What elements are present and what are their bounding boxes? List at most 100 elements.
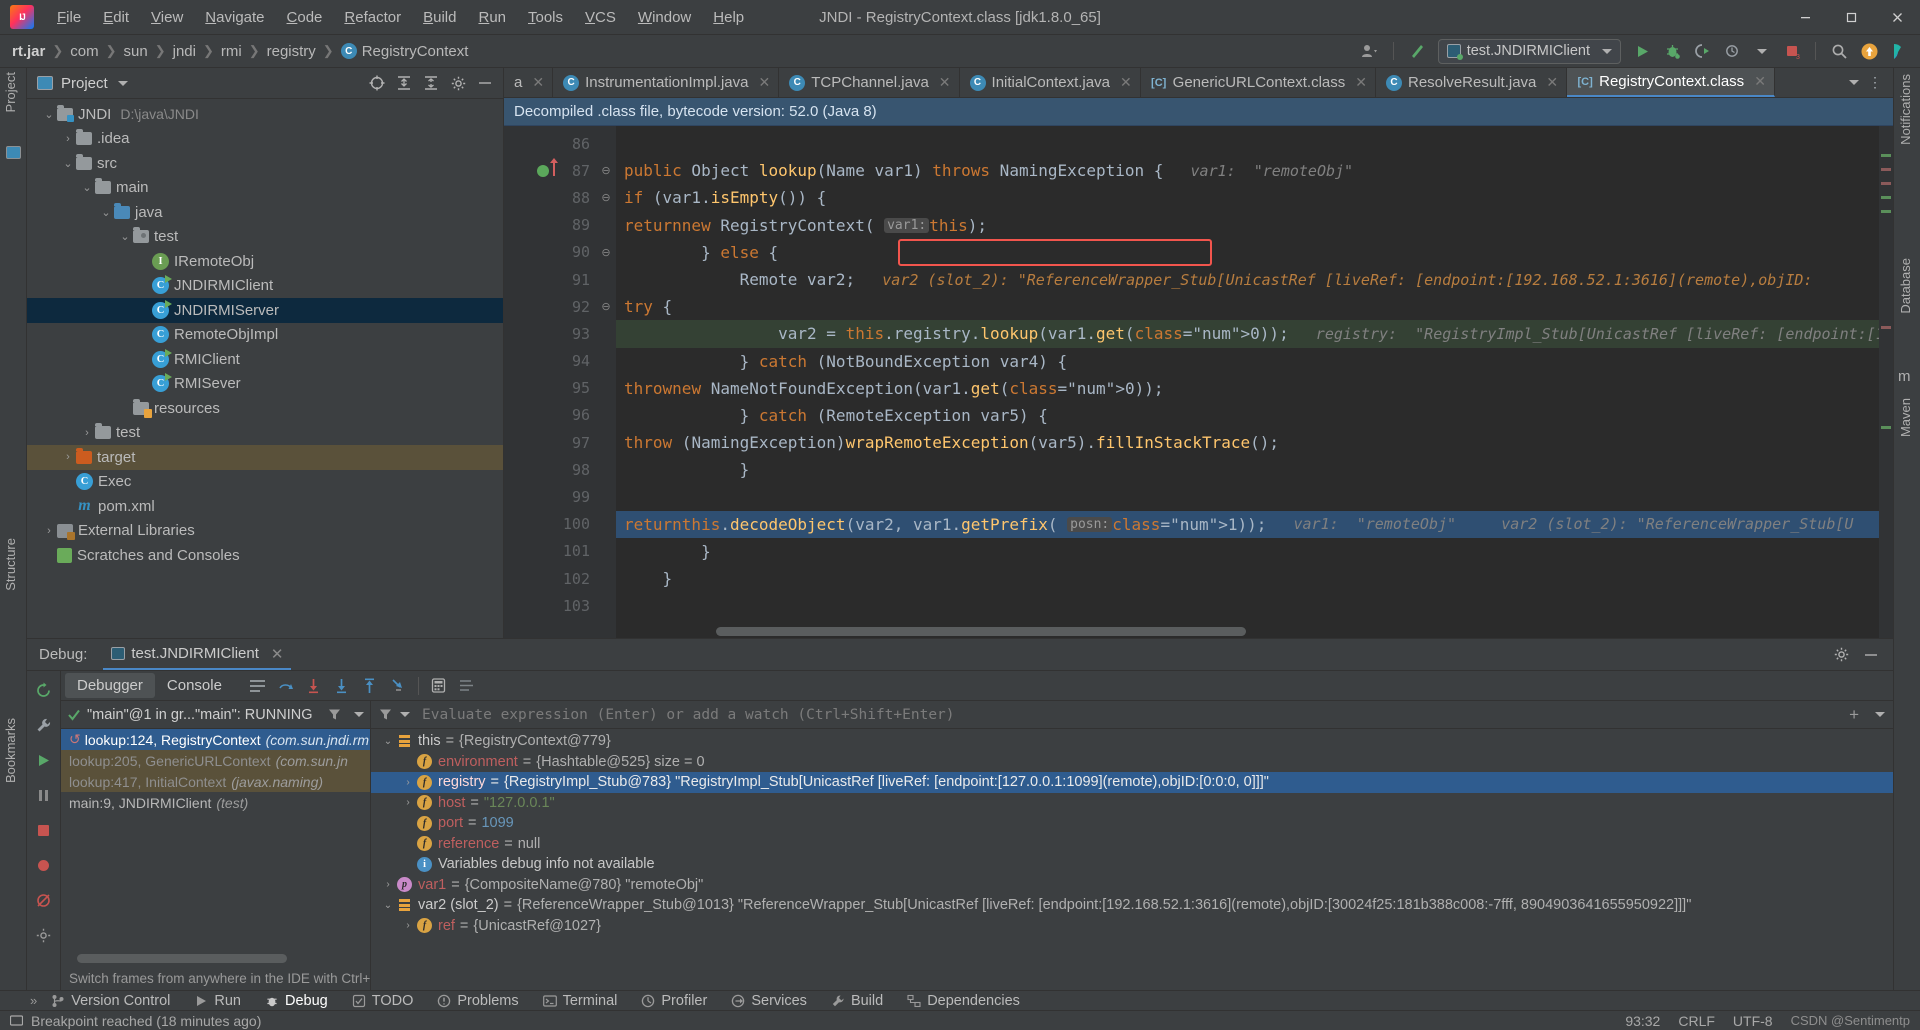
gutter-line-90[interactable]: 90	[504, 239, 596, 266]
breadcrumb-item-rt-jar[interactable]: rt.jar	[12, 43, 45, 60]
code-line-90[interactable]: } else {	[616, 239, 1893, 266]
gutter-line-95[interactable]: 95	[504, 375, 596, 402]
close-icon[interactable]: ✕	[1120, 74, 1132, 91]
tree-node-rmisever[interactable]: C RMISever	[27, 372, 503, 397]
editor-tab-bar[interactable]: a ✕ C InstrumentationImpl.java ✕ C TCPChannel.…	[504, 68, 1893, 98]
code-line-88[interactable]: if (var1. isEmpty()) {	[616, 184, 1893, 211]
tree-expander[interactable]: ⌄	[41, 108, 57, 121]
view-breakpoints-icon[interactable]	[33, 854, 55, 876]
gutter-line-103[interactable]: 103	[504, 592, 596, 619]
gutter-line-99[interactable]: 99	[504, 483, 596, 510]
sidebar-item-maven[interactable]: Maven	[1898, 398, 1913, 437]
gutter-line-97[interactable]: 97	[504, 429, 596, 456]
breadcrumb-item-jndi[interactable]: jndi	[173, 43, 196, 60]
tree-expander[interactable]: ⌄	[98, 206, 114, 219]
bottom-tab-version-control[interactable]: Version Control	[39, 993, 182, 1009]
variable-row-var2--slot-2-[interactable]: ⌄ var2 (slot_2) = {ReferenceWrapper_Stub@10…	[371, 895, 1893, 916]
tree-node-target[interactable]: › target	[27, 445, 503, 470]
fold-marker-92[interactable]: ⊖	[596, 293, 616, 320]
menu-item-run[interactable]: Run	[467, 5, 517, 30]
debug-session-tab[interactable]: test.JNDIRMIClient ✕	[103, 639, 292, 670]
gutter-line-96[interactable]: 96	[504, 402, 596, 429]
file-encoding[interactable]: UTF-8	[1733, 1013, 1773, 1029]
gutter-line-91[interactable]: 91	[504, 266, 596, 293]
menu-item-window[interactable]: Window	[627, 5, 702, 30]
stop-button[interactable]: 3	[1779, 39, 1805, 63]
variable-expander[interactable]: ›	[399, 777, 417, 788]
breakpoint-icon[interactable]	[537, 164, 549, 177]
variable-expander[interactable]: ›	[399, 797, 417, 808]
editor-gutter[interactable]: 86 87 88 89 90 91 92 93 94 95 96 97 98 99 100 101 102 103	[504, 126, 596, 638]
tree-expander[interactable]: ›	[60, 451, 76, 463]
variable-row-host[interactable]: › f host = "127.0.0.1"	[371, 793, 1893, 814]
close-button[interactable]	[1874, 0, 1920, 34]
step-out-icon[interactable]	[356, 674, 384, 698]
ide-features-icon[interactable]	[1886, 39, 1912, 63]
menu-item-edit[interactable]: Edit	[92, 5, 140, 30]
tree-expander[interactable]: ›	[60, 133, 76, 145]
filter-icon[interactable]	[379, 708, 392, 721]
code-line-97[interactable]: throw (NamingException) wrapRemoteExcepti…	[616, 429, 1893, 456]
code-line-96[interactable]: } catch (RemoteException var5) {	[616, 402, 1893, 429]
frames-list[interactable]: ↺ lookup:124, RegistryContext (com.sun.jnd…	[61, 729, 370, 813]
chevron-down-icon[interactable]	[400, 712, 410, 717]
tree-node-src[interactable]: ⌄ src	[27, 151, 503, 176]
bottom-tab-debug[interactable]: Debug	[253, 993, 340, 1009]
bottom-tab-run[interactable]: Run	[182, 993, 253, 1009]
close-icon[interactable]: ✕	[1754, 73, 1766, 90]
stack-frame-1[interactable]: lookup:205, GenericURLContext (com.sun.jn	[61, 750, 370, 771]
debug-toolbar[interactable]: Debugger Console	[61, 671, 1893, 701]
code-line-93[interactable]: var2 = this .registry. lookup (var1. get(cla…	[616, 320, 1893, 348]
close-icon[interactable]: ✕	[1355, 74, 1367, 91]
editor-tab-initialcontext-java[interactable]: C InitialContext.java ✕	[960, 68, 1141, 97]
maximize-button[interactable]	[1828, 0, 1874, 34]
chevron-down-icon[interactable]	[117, 80, 128, 86]
editor-tab-a[interactable]: a ✕	[504, 68, 554, 97]
gutter-line-98[interactable]: 98	[504, 456, 596, 483]
debug-settings-icon[interactable]	[1829, 644, 1853, 666]
close-icon[interactable]: ✕	[1546, 74, 1558, 91]
step-into-icon[interactable]	[300, 674, 328, 698]
profile-dropdown-icon[interactable]	[1719, 39, 1745, 63]
tree-node-main[interactable]: ⌄ main	[27, 176, 503, 201]
hide-debug-panel-icon[interactable]	[1859, 644, 1883, 666]
stop-program-icon[interactable]	[33, 819, 55, 841]
bottom-tab-dependencies[interactable]: Dependencies	[895, 993, 1032, 1009]
update-project-icon[interactable]	[1404, 39, 1430, 63]
code-editor[interactable]: 86 87 88 89 90 91 92 93 94 95 96 97 98 99 100 101 102 103…	[504, 126, 1893, 638]
variable-row-ref[interactable]: › f ref = {UnicastRef@1027}	[371, 916, 1893, 937]
run-configuration-selector[interactable]: test.JNDIRMIClient	[1437, 38, 1621, 64]
variable-row-environment[interactable]: f environment = {Hashtable@525} size = 0	[371, 752, 1893, 773]
tree-node-remoteobjimpl[interactable]: C RemoteObjImpl	[27, 323, 503, 348]
marker-gutter[interactable]	[1879, 126, 1893, 638]
gutter-line-101[interactable]: 101	[504, 538, 596, 565]
collapse-all-icon[interactable]	[419, 72, 443, 94]
stack-frame-0[interactable]: ↺ lookup:124, RegistryContext (com.sun.jnd…	[61, 729, 370, 750]
tab-console[interactable]: Console	[155, 673, 234, 698]
code-line-103[interactable]	[616, 592, 1893, 619]
menu-item-code[interactable]: Code	[276, 5, 334, 30]
code-line-101[interactable]: }	[616, 538, 1893, 565]
gutter-line-93[interactable]: 93	[504, 320, 596, 347]
variable-row-var1[interactable]: › p var1 = {CompositeName@780} "remoteObj"	[371, 875, 1893, 896]
breadcrumb-item-registry[interactable]: registry	[267, 43, 316, 60]
sidebar-item-notifications[interactable]: Notifications	[1898, 74, 1913, 145]
settings-menu-icon[interactable]	[453, 674, 481, 698]
hide-panel-icon[interactable]	[473, 72, 497, 94]
tree-node-external-libraries[interactable]: › External Libraries	[27, 519, 503, 544]
menu-item-help[interactable]: Help	[702, 5, 755, 30]
frames-panel[interactable]: "main"@1 in gr..."main": RUNNING ↺ lookup…	[61, 701, 371, 990]
bottom-tab-services[interactable]: Services	[719, 993, 819, 1009]
menu-item-view[interactable]: View	[140, 5, 194, 30]
menu-item-refactor[interactable]: Refactor	[333, 5, 412, 30]
breadcrumb-item-com[interactable]: com	[70, 43, 98, 60]
menu-item-build[interactable]: Build	[412, 5, 467, 30]
tree-expander[interactable]: ⌄	[117, 230, 133, 243]
variables-panel[interactable]: Evaluate expression (Enter) or add a wat…	[371, 701, 1893, 990]
code-line-92[interactable]: try {	[616, 293, 1893, 320]
gutter-line-88[interactable]: 88	[504, 184, 596, 211]
variable-expander[interactable]: ⌄	[379, 736, 397, 747]
editor-tab-genericurlcontext-class[interactable]: [C] GenericURLContext.class ✕	[1141, 68, 1376, 97]
more-options-icon[interactable]: ⋮	[1861, 71, 1889, 95]
bottom-tab-problems[interactable]: Problems	[425, 993, 530, 1009]
